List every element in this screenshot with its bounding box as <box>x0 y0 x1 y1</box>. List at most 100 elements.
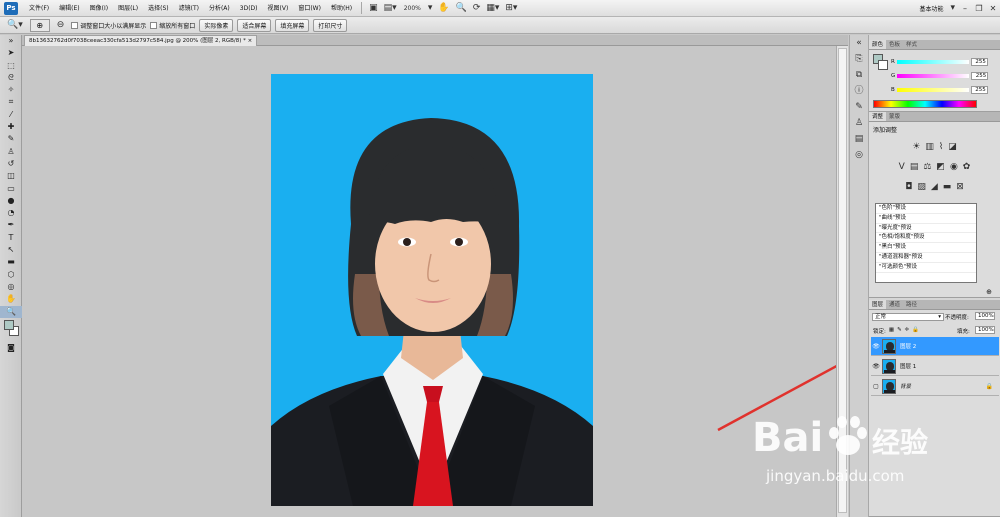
tab-paths[interactable]: 路径 <box>903 300 920 309</box>
red-slider[interactable]: R 255 <box>891 58 988 66</box>
menu-help[interactable]: 帮助(H) <box>326 0 357 17</box>
blue-slider[interactable]: B 255 <box>891 86 988 94</box>
3d-icon[interactable]: ◎ <box>850 147 868 163</box>
vibrance-icon[interactable]: V <box>899 162 905 172</box>
preset-black-white[interactable]: "黑白"预设 <box>876 243 976 253</box>
print-size-button[interactable]: 打印尺寸 <box>313 18 348 32</box>
brushes-icon[interactable]: ✎ <box>850 99 868 115</box>
healing-brush-icon[interactable]: ✚ <box>0 121 22 133</box>
lasso-tool-icon[interactable]: ᘓ <box>0 72 22 84</box>
zoom-preset-icon[interactable]: 🔍▾ <box>4 20 26 30</box>
photo-filter-icon[interactable]: ◉ <box>950 162 958 172</box>
channel-mixer-icon[interactable]: ✿ <box>963 162 971 172</box>
hue-saturation-icon[interactable]: ▤ <box>910 162 919 172</box>
clone-stamp-icon[interactable]: ♙ <box>0 146 22 158</box>
tab-styles[interactable]: 样式 <box>903 40 920 49</box>
color-balance-icon[interactable]: ⚖ <box>923 162 931 172</box>
red-value[interactable]: 255 <box>970 58 988 66</box>
hand-tool-icon[interactable]: ✋ <box>435 3 452 13</box>
preset-exposure[interactable]: "曝光度"预设 <box>876 224 976 234</box>
actual-pixels-button[interactable]: 实际像素 <box>199 18 234 32</box>
tab-channels[interactable]: 通道 <box>886 300 903 309</box>
history-icon[interactable]: ⎘ <box>850 51 868 67</box>
lock-transparent-icon[interactable]: ▦ <box>889 327 894 335</box>
color-spectrum[interactable] <box>873 100 977 108</box>
tab-masks[interactable]: 蒙版 <box>886 112 903 121</box>
layer-row-layer-2[interactable]: 👁 图层 2 <box>871 337 999 356</box>
levels-icon[interactable]: ▥ <box>925 142 934 152</box>
black-white-icon[interactable]: ◩ <box>936 162 945 172</box>
tab-layers[interactable]: 图层 <box>869 300 887 309</box>
fill-input[interactable]: 100% <box>975 326 995 334</box>
invert-icon[interactable]: ◘ <box>905 182 912 192</box>
lock-position-icon[interactable]: ✛ <box>905 327 910 335</box>
layer-row-background[interactable]: ▢ 背景 🔒 <box>871 377 999 396</box>
background-color-swatch[interactable] <box>878 60 888 70</box>
brightness-icon[interactable]: ☀ <box>912 142 920 152</box>
zoom-dropdown-icon[interactable]: ▾ <box>425 3 436 13</box>
blend-mode-select[interactable]: 正常 ▾ <box>872 313 944 321</box>
eyedropper-icon[interactable]: ⁄ <box>0 109 22 121</box>
close-icon[interactable]: ✕ <box>986 4 1000 13</box>
checkbox-box[interactable] <box>150 21 158 29</box>
green-slider[interactable]: G 255 <box>891 72 989 80</box>
menu-layer[interactable]: 图层(L) <box>113 0 143 17</box>
arrange-icon[interactable]: ▦▾ <box>483 3 502 13</box>
tab-color[interactable]: 颜色 <box>869 40 887 49</box>
clone-source-icon[interactable]: ♙ <box>850 115 868 131</box>
posterize-icon[interactable]: ▨ <box>917 182 926 192</box>
clip-icon[interactable]: ⊕ <box>986 288 992 296</box>
extras-icon[interactable]: ⊞▾ <box>502 3 520 13</box>
menu-edit[interactable]: 编辑(E) <box>54 0 84 17</box>
menu-image[interactable]: 图像(I) <box>85 0 113 17</box>
foreground-color-swatch[interactable] <box>4 319 14 330</box>
magic-wand-icon[interactable]: ✧ <box>0 84 22 96</box>
zoom-all-windows-checkbox[interactable]: 缩放所有窗口 <box>150 21 195 30</box>
zoom-tool-icon[interactable]: 🔍 <box>453 3 470 13</box>
menu-3d[interactable]: 3D(D) <box>235 0 263 17</box>
blue-value[interactable]: 255 <box>970 86 988 94</box>
menu-file[interactable]: 文件(F) <box>24 0 54 17</box>
layer-name[interactable]: 背景 <box>900 382 911 390</box>
minimize-icon[interactable]: – <box>958 4 972 13</box>
preset-curves[interactable]: "曲线"预设 <box>876 214 976 224</box>
move-tool-icon[interactable]: ➤ <box>0 47 22 59</box>
pen-tool-icon[interactable]: ✒ <box>0 219 22 231</box>
hand-tool-icon[interactable]: ✋ <box>0 293 22 305</box>
threshold-icon[interactable]: ◢ <box>931 182 938 192</box>
close-tab-icon[interactable]: × <box>248 38 253 44</box>
resize-windows-checkbox[interactable]: 调整窗口大小以满屏显示 <box>71 21 146 30</box>
zoom-in-icon[interactable]: ⊕ <box>29 18 50 32</box>
menu-view[interactable]: 视图(V) <box>263 0 294 17</box>
menu-filter[interactable]: 滤镜(T) <box>174 0 204 17</box>
fit-screen-button[interactable]: 适合屏幕 <box>237 18 272 32</box>
layer-name[interactable]: 图层 2 <box>900 342 916 350</box>
workspace-dropdown-icon[interactable]: ▾ <box>947 3 958 13</box>
tab-swatches[interactable]: 色板 <box>886 40 903 49</box>
actions-icon[interactable]: ▤ <box>850 131 868 147</box>
workspace-switcher[interactable]: 基本功能 <box>915 4 947 13</box>
blur-tool-icon[interactable]: ● <box>0 195 22 207</box>
fill-screen-button[interactable]: 填充屏幕 <box>275 18 310 32</box>
canvas-area[interactable] <box>22 46 848 517</box>
gradient-tool-icon[interactable]: ▭ <box>0 183 22 195</box>
rotate-view-icon[interactable]: ⟳ <box>470 3 484 13</box>
green-track[interactable] <box>897 74 970 78</box>
3d-rotate-icon[interactable]: ⬡ <box>0 269 22 281</box>
green-value[interactable]: 255 <box>971 72 989 80</box>
layer-name[interactable]: 图层 1 <box>900 362 916 370</box>
menu-window[interactable]: 窗口(W) <box>293 0 326 17</box>
curves-icon[interactable]: ⌇ <box>939 142 943 152</box>
info-icon[interactable]: ⓘ <box>850 83 868 99</box>
restore-icon[interactable]: ❐ <box>972 4 986 13</box>
marquee-tool-icon[interactable]: ⬚ <box>0 60 22 72</box>
shape-tool-icon[interactable]: ▬ <box>0 256 22 268</box>
selective-color-icon[interactable]: ⊠ <box>956 182 964 192</box>
menu-analysis[interactable]: 分析(A) <box>204 0 235 17</box>
preset-levels[interactable]: "色阶"预设 <box>876 204 976 214</box>
quick-mask-icon[interactable]: ◙ <box>0 342 22 354</box>
zoom-level[interactable]: 200% <box>400 5 425 12</box>
bridge-icon[interactable]: ▣ <box>366 3 381 13</box>
lock-pixels-icon[interactable]: ✎ <box>897 327 902 335</box>
gradient-map-icon[interactable]: ▬ <box>943 182 952 192</box>
